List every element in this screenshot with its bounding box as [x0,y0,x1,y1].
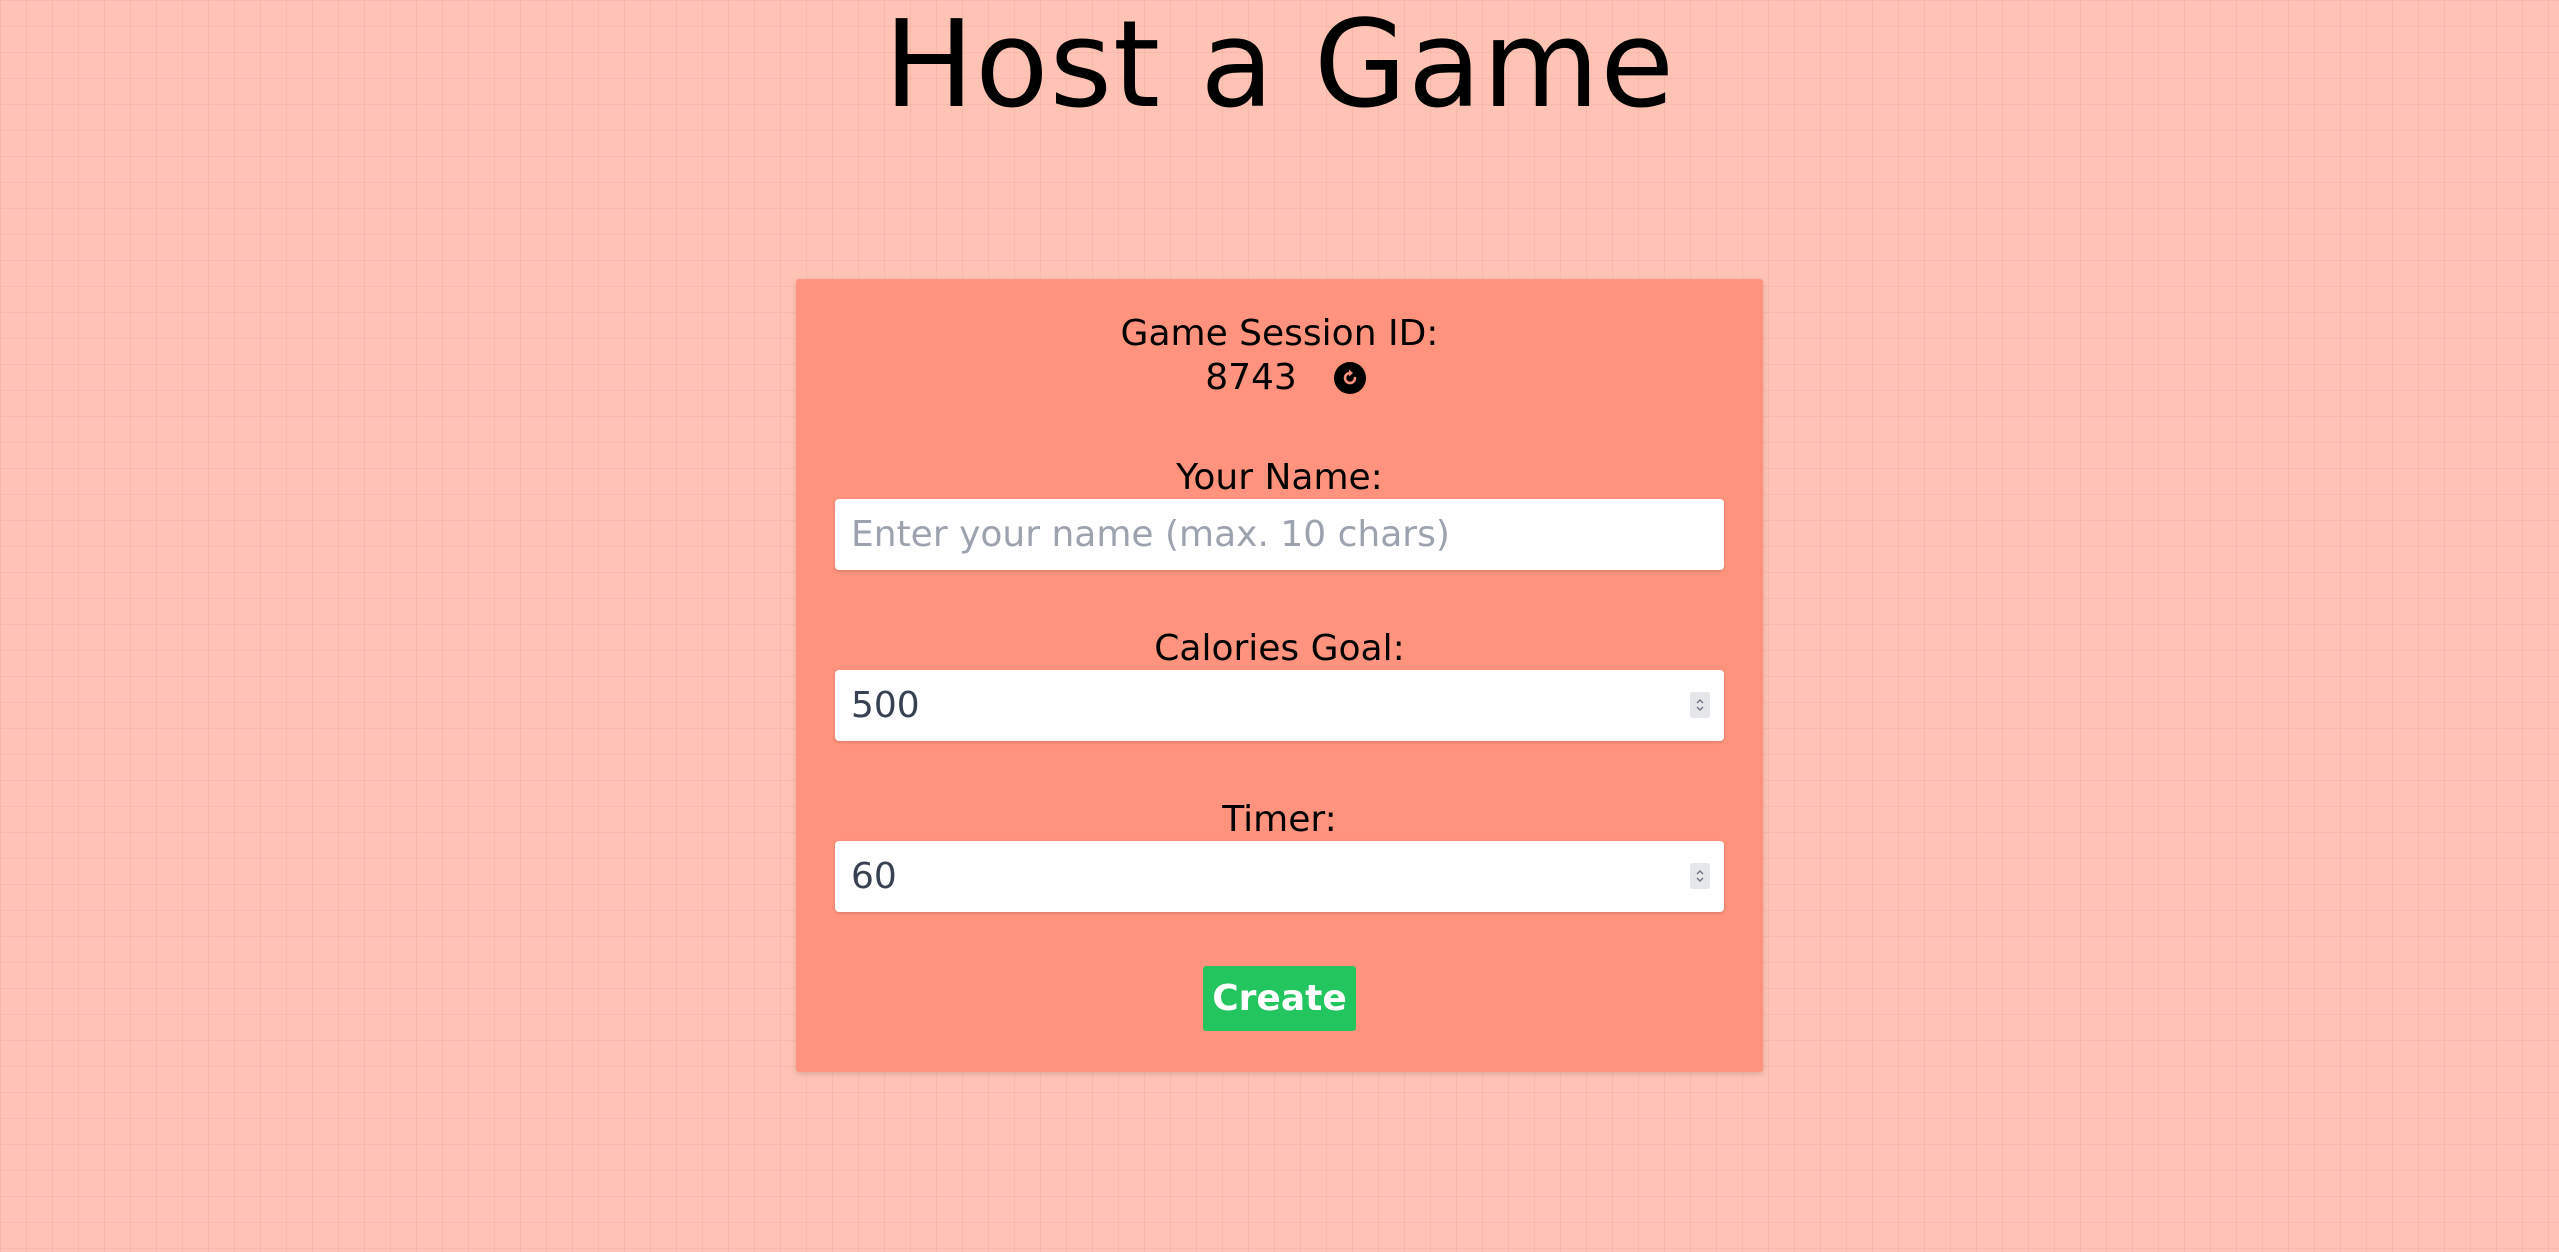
session-id-label: Game Session ID: [1120,313,1439,354]
name-input-placeholder: Enter your name (max. 10 chars) [851,514,1450,555]
calories-goal-input[interactable]: 500 [835,670,1724,741]
spinner-arrows-icon [1696,699,1704,711]
calories-goal-label: Calories Goal: [1154,628,1405,669]
name-input[interactable]: Enter your name (max. 10 chars) [835,499,1724,570]
timer-value: 60 [851,856,897,897]
calories-goal-stepper[interactable] [1690,692,1710,718]
spinner-arrows-icon [1696,870,1704,882]
refresh-icon [1343,369,1357,385]
page-title: Host a Game [883,0,1676,135]
timer-stepper[interactable] [1690,863,1710,889]
host-game-card: Game Session ID: 8743 Your Name: Enter y… [796,279,1763,1072]
name-label: Your Name: [1176,457,1383,498]
session-id-value: 8743 [1205,357,1297,398]
create-button[interactable]: Create [1203,966,1356,1031]
calories-goal-value: 500 [851,685,920,726]
refresh-session-button[interactable] [1334,362,1366,394]
timer-label: Timer: [1222,799,1337,840]
timer-input[interactable]: 60 [835,841,1724,912]
